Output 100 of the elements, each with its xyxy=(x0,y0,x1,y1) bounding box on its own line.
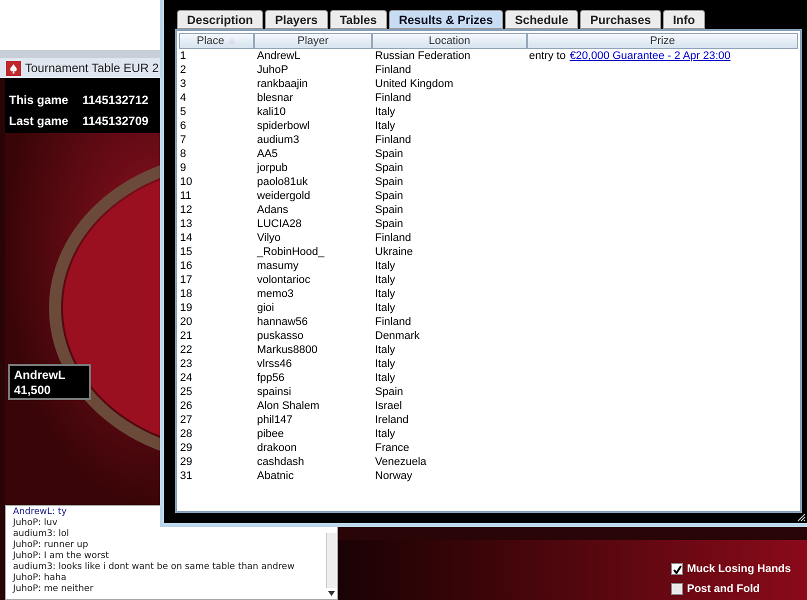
tab[interactable]: Players xyxy=(265,10,328,29)
chat-message: JuhoP: haha xyxy=(13,573,66,584)
spade-logo-icon xyxy=(6,60,21,76)
table-cell: LUCIA28 xyxy=(257,218,302,230)
down-arrow-icon[interactable] xyxy=(328,591,335,596)
info-value: 1145132712 xyxy=(82,92,148,109)
table-cell: phil147 xyxy=(257,414,292,426)
chat-message: JuhoP: luv xyxy=(13,518,58,529)
table-cell: Vilyo xyxy=(257,232,281,244)
table-cell: 11 xyxy=(180,190,192,202)
table-cell: fpp56 xyxy=(257,372,285,384)
column-header[interactable]: Location xyxy=(372,33,527,49)
table-cell: Spain xyxy=(375,386,404,398)
table-cell: Abatnic xyxy=(257,470,294,482)
table-cell: Italy xyxy=(375,260,396,272)
table-cell: 4 xyxy=(180,92,186,104)
checkbox-label: Muck Losing Hands xyxy=(687,562,791,577)
table-cell: 29 xyxy=(180,442,192,454)
table-cell: 9 xyxy=(180,162,186,174)
table-cell: hannaw56 xyxy=(257,316,308,328)
chat-message: JuhoP: I am the worst xyxy=(13,551,109,562)
table-cell: Venezuela xyxy=(375,456,426,468)
table-cell: 26 xyxy=(180,400,192,412)
tab[interactable]: Info xyxy=(662,10,705,29)
table-cell: Finland xyxy=(375,134,412,146)
table-cell: Italy xyxy=(375,120,396,132)
tab[interactable]: Purchases xyxy=(580,10,661,29)
info-label: Last game xyxy=(9,113,68,130)
table-cell: 12 xyxy=(180,204,192,216)
table-cell: 7 xyxy=(180,134,186,146)
table-cell: Spain xyxy=(375,148,404,160)
table-cell: Finland xyxy=(375,92,412,104)
table-cell: Finland xyxy=(375,64,412,76)
player-name: AndrewL xyxy=(14,368,66,383)
table-cell: 6 xyxy=(180,120,186,132)
table-cell: Alon Shalem xyxy=(257,400,320,412)
table-cell: Italy xyxy=(375,106,396,118)
table-cell: Spain xyxy=(375,218,404,230)
table-cell: Finland xyxy=(375,232,412,244)
info-value: 1145132709 xyxy=(82,113,148,130)
table-cell: 23 xyxy=(180,358,192,370)
column-header[interactable]: Prize xyxy=(527,33,798,49)
table-cell: 19 xyxy=(180,302,192,314)
checkbox[interactable] xyxy=(671,582,683,595)
table-cell: 17 xyxy=(180,274,192,286)
table-cell: Spain xyxy=(375,204,404,216)
table-cell: gioi xyxy=(257,302,274,314)
chat-message: audium3: lol xyxy=(13,529,70,540)
tab[interactable]: Description xyxy=(177,10,264,29)
prize-link[interactable]: €20,000 Guarantee - 2 Apr 23:00 xyxy=(570,49,731,63)
table-cell: paolo81uk xyxy=(257,176,308,188)
table-cell: Israel xyxy=(375,400,402,412)
chat-message: AndrewL: ty xyxy=(13,507,67,518)
table-cell: 5 xyxy=(180,106,186,118)
tab[interactable]: Results & Prizes xyxy=(388,10,503,29)
table-cell: 31 xyxy=(180,470,192,482)
table-cell: pibee xyxy=(257,428,284,440)
table-cell: France xyxy=(375,442,410,454)
table-cell: 18 xyxy=(180,288,192,300)
table-cell: 14 xyxy=(180,232,192,244)
table-cell: Ireland xyxy=(375,414,409,426)
resize-grip-icon[interactable] xyxy=(796,512,806,522)
table-cell: entry to xyxy=(529,49,566,63)
table-cell: jorpub xyxy=(257,162,288,174)
table-cell: Italy xyxy=(375,274,396,286)
scrollbar[interactable] xyxy=(326,533,337,588)
table-cell: Italy xyxy=(375,428,396,440)
table-cell: _RobinHood_ xyxy=(257,246,324,258)
table-cell: Russian Federation xyxy=(375,50,470,62)
table-cell: drakoon xyxy=(257,442,297,454)
checkbox[interactable] xyxy=(671,563,683,576)
column-header[interactable]: Place xyxy=(179,33,254,49)
chip-count: 41,500 xyxy=(14,383,52,398)
tab[interactable]: Schedule xyxy=(504,10,578,29)
table-cell: 22 xyxy=(180,344,192,356)
table-cell: 21 xyxy=(180,330,192,342)
table-cell: 27 xyxy=(180,414,192,426)
column-header[interactable]: Player xyxy=(254,33,372,49)
table-cell: Italy xyxy=(375,302,396,314)
table-cell: Spain xyxy=(375,190,404,202)
table-cell: vlrss46 xyxy=(257,358,292,370)
table-cell: Spain xyxy=(375,176,404,188)
table-cell: AndrewL xyxy=(257,50,300,62)
table-cell: United Kingdom xyxy=(375,78,454,90)
table-cell: audium3 xyxy=(257,134,300,146)
table-cell: JuhoP xyxy=(257,64,288,76)
table-cell: Finland xyxy=(375,316,412,328)
table-cell: Italy xyxy=(375,344,396,356)
table-cell: 28 xyxy=(180,428,192,440)
window-title: Tournament Table EUR 2 xyxy=(25,60,159,77)
tab[interactable]: Tables xyxy=(330,10,387,29)
table-cell: 13 xyxy=(180,218,192,230)
table-cell: 2 xyxy=(180,64,186,76)
chat-message: JuhoP: me neither xyxy=(13,584,94,595)
table-cell: 16 xyxy=(180,260,192,272)
table-cell: rankbaajin xyxy=(257,78,308,90)
table-cell: AA5 xyxy=(257,148,278,160)
info-label: This game xyxy=(9,92,68,109)
table-cell: 1 xyxy=(180,50,186,62)
table-cell: 24 xyxy=(180,372,192,384)
